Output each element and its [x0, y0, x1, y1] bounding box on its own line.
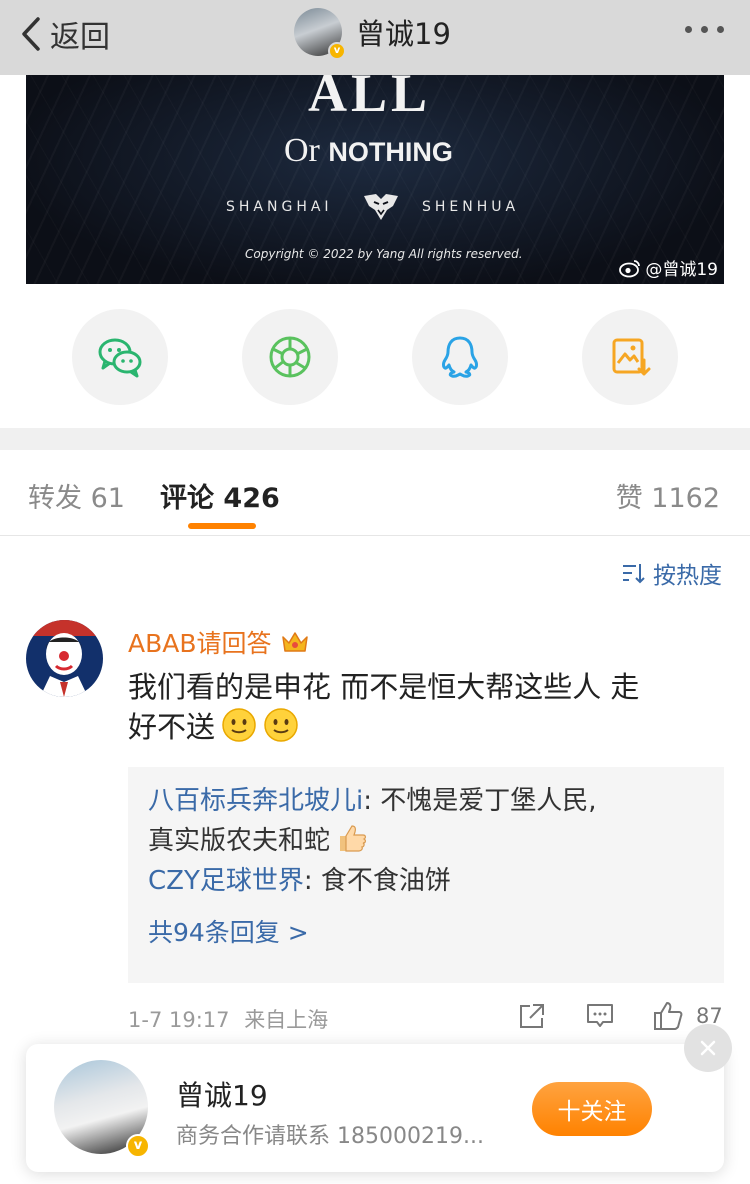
save-image-button[interactable] [582, 309, 678, 405]
follow-card-name: 曾诚19 [176, 1079, 268, 1112]
smile-emoji-icon [222, 708, 256, 742]
verified-badge-icon: v [126, 1134, 150, 1158]
share-qq-button[interactable] [412, 309, 508, 405]
top-nav-bar: 返回 v 曾诚19 [0, 0, 750, 75]
reply-text: 不愧是爱丁堡人民, [380, 786, 597, 816]
moments-icon [269, 336, 311, 378]
close-icon [700, 1040, 716, 1056]
back-button[interactable]: 返回 [18, 12, 110, 56]
reply-preview[interactable]: 八百标兵奔北坡儿i: 不愧是爱丁堡人民, 真实版农夫和蛇 CZY足球世界: 食不… [128, 767, 724, 983]
wechat-icon [98, 338, 142, 378]
clown-avatar-icon [26, 620, 103, 697]
reply-item[interactable]: 八百标兵奔北坡儿i: 不愧是爱丁堡人民, 真实版农夫和蛇 [148, 781, 704, 861]
nav-user-name: 曾诚19 [356, 17, 451, 51]
follow-button[interactable]: 十关注 [532, 1082, 652, 1136]
reply-item[interactable]: CZY足球世界: 食不食油饼 [148, 861, 704, 901]
reply-separator: : [303, 866, 321, 896]
nav-user[interactable]: v 曾诚19 [294, 8, 451, 60]
weibo-watermark: @曾诚19 [619, 255, 718, 280]
watermark-text: @曾诚19 [645, 260, 718, 280]
comment-text-line1: 我们看的是申花 而不是恒大帮这些人 走 [128, 670, 640, 704]
comment-text: 我们看的是申花 而不是恒大帮这些人 走 好不送 [128, 667, 718, 747]
comment-text-line2: 好不送 [128, 710, 216, 744]
tab-comment-label: 评论 [160, 483, 214, 514]
like-icon[interactable] [652, 1000, 684, 1032]
crown-icon [281, 632, 308, 652]
banner-title-or: Or [284, 132, 320, 169]
verified-badge-icon: v [328, 42, 346, 60]
avatar[interactable]: v [294, 8, 346, 60]
tab-comment[interactable]: 评论 426 [160, 476, 280, 515]
shenhua-logo-icon [364, 194, 398, 220]
repost-icon[interactable] [516, 1000, 548, 1032]
post-image[interactable]: ALL Or NOTHING SHANGHAI SHENHUA Copyrigh… [26, 75, 724, 284]
banner-title-top: ALL [308, 75, 432, 115]
comment-avatar[interactable] [26, 620, 103, 697]
qq-icon [442, 336, 478, 378]
section-divider [0, 428, 750, 450]
banner-title-nothing: NOTHING [328, 137, 453, 167]
thumbs-up-emoji-icon [340, 825, 366, 852]
share-moments-button[interactable] [242, 309, 338, 405]
banner-copyright: Copyright © 2022 by Yang All rights rese… [245, 247, 523, 261]
comment-actions: 87 [0, 1000, 750, 1036]
tab-repost[interactable]: 转发 61 [28, 476, 125, 515]
share-row [0, 309, 750, 405]
sort-label: 按热度 [653, 563, 722, 589]
tab-like-count: 1162 [651, 483, 720, 514]
tab-comment-count: 426 [223, 483, 280, 514]
share-wechat-button[interactable] [72, 309, 168, 405]
comment-text-line2-row: 好不送 [128, 707, 718, 747]
sort-icon [623, 564, 645, 584]
sort-button[interactable]: 按热度 [621, 556, 722, 590]
smile-emoji-icon [264, 708, 298, 742]
tab-like-label: 赞 [615, 483, 643, 514]
weibo-logo-icon [619, 259, 641, 277]
reply-separator: : [363, 786, 381, 816]
follow-card[interactable]: v 曾诚19 商务合作请联系 185000219... 十关注 [26, 1044, 724, 1172]
follow-card-desc: 商务合作请联系 185000219... [176, 1124, 484, 1149]
active-tab-indicator [188, 523, 256, 529]
more-options-icon[interactable] [685, 26, 724, 33]
comment-author[interactable]: ABAB请回答 [128, 624, 310, 660]
reply-text: 食不食油饼 [320, 866, 451, 896]
reply-author[interactable]: CZY足球世界 [148, 866, 304, 896]
reply-text-cont: 真实版农夫和蛇 [148, 826, 331, 856]
avatar[interactable]: v [54, 1060, 150, 1158]
view-all-replies-link[interactable]: 共94条回复 > [148, 913, 704, 949]
back-label: 返回 [50, 20, 110, 55]
comment-author-name: ABAB请回答 [128, 629, 272, 658]
banner-club-right: SHENHUA [422, 199, 520, 215]
reply-author[interactable]: 八百标兵奔北坡儿i [148, 786, 363, 816]
tab-like[interactable]: 赞 1162 [616, 476, 720, 515]
close-follow-card-button[interactable] [684, 1024, 732, 1072]
tab-bar: 转发 61 评论 426 赞 1162 [0, 450, 750, 536]
tab-repost-count: 61 [90, 483, 125, 514]
save-image-icon [612, 338, 651, 376]
chevron-left-icon [22, 17, 40, 51]
tab-repost-label: 转发 [28, 483, 82, 514]
banner-club-left: SHANGHAI [226, 199, 333, 215]
banner-title: Or NOTHING [284, 132, 453, 170]
comment-icon[interactable] [584, 1000, 616, 1032]
